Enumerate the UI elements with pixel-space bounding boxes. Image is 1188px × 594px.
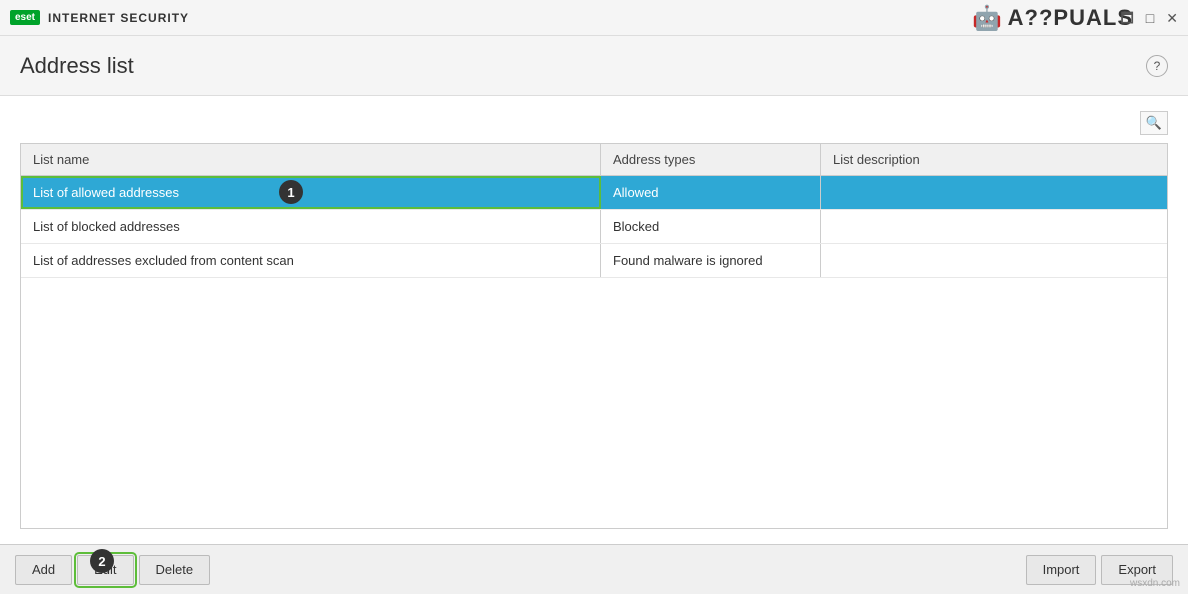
search-bar: 🔍 xyxy=(20,111,1168,135)
eset-logo: eset xyxy=(10,10,40,25)
page-title: Address list xyxy=(20,53,134,79)
main-content: 🔍 List name Address types List descripti… xyxy=(0,96,1188,544)
cell-list-desc xyxy=(821,176,1167,209)
bottom-toolbar: 2 Add Edit Delete Import Export xyxy=(0,544,1188,594)
cell-address-types: Allowed xyxy=(601,176,821,209)
col-list-name: List name xyxy=(21,144,601,175)
cell-list-name: List of allowed addresses xyxy=(21,176,601,209)
step-1-indicator: 1 xyxy=(279,180,303,204)
add-button[interactable]: Add xyxy=(15,555,72,585)
table-row[interactable]: List of addresses excluded from content … xyxy=(21,244,1167,278)
col-list-description: List description xyxy=(821,144,1167,175)
title-bar: eset INTERNET SECURITY 🤖 A??PUALS 🗖 □ ✕ xyxy=(0,0,1188,36)
help-button[interactable]: ? xyxy=(1146,55,1168,77)
table-body: 1 List of allowed addresses Allowed List… xyxy=(21,176,1167,278)
table-row[interactable]: 1 List of allowed addresses Allowed xyxy=(21,176,1167,210)
app-name: INTERNET SECURITY xyxy=(48,11,189,25)
brand-text: A??PUALS xyxy=(1008,5,1133,31)
col-address-types: Address types xyxy=(601,144,821,175)
import-button[interactable]: Import xyxy=(1026,555,1097,585)
maximize-button[interactable]: □ xyxy=(1146,11,1154,25)
table-header: List name Address types List description xyxy=(21,144,1167,176)
page-header: Address list ? xyxy=(0,36,1188,96)
table-row[interactable]: List of blocked addresses Blocked xyxy=(21,210,1167,244)
table-container: List name Address types List description… xyxy=(20,143,1168,529)
cell-list-name: List of addresses excluded from content … xyxy=(21,244,601,277)
cell-list-name: List of blocked addresses xyxy=(21,210,601,243)
step-2-indicator: 2 xyxy=(90,549,114,573)
mascot-icon: 🤖 xyxy=(970,0,1006,36)
minimize-button[interactable]: 🗖 xyxy=(1120,11,1133,25)
cell-list-desc xyxy=(821,210,1167,243)
cell-address-types: Blocked xyxy=(601,210,821,243)
cell-list-desc xyxy=(821,244,1167,277)
delete-button[interactable]: Delete xyxy=(139,555,211,585)
watermark: wsxdn.com xyxy=(1130,578,1180,589)
cell-address-types: Found malware is ignored xyxy=(601,244,821,277)
search-button[interactable]: 🔍 xyxy=(1140,111,1168,135)
appuals-brand: 🤖 A??PUALS xyxy=(970,0,1133,36)
close-button[interactable]: ✕ xyxy=(1166,11,1178,25)
window-controls: 🗖 □ ✕ xyxy=(1120,11,1178,25)
